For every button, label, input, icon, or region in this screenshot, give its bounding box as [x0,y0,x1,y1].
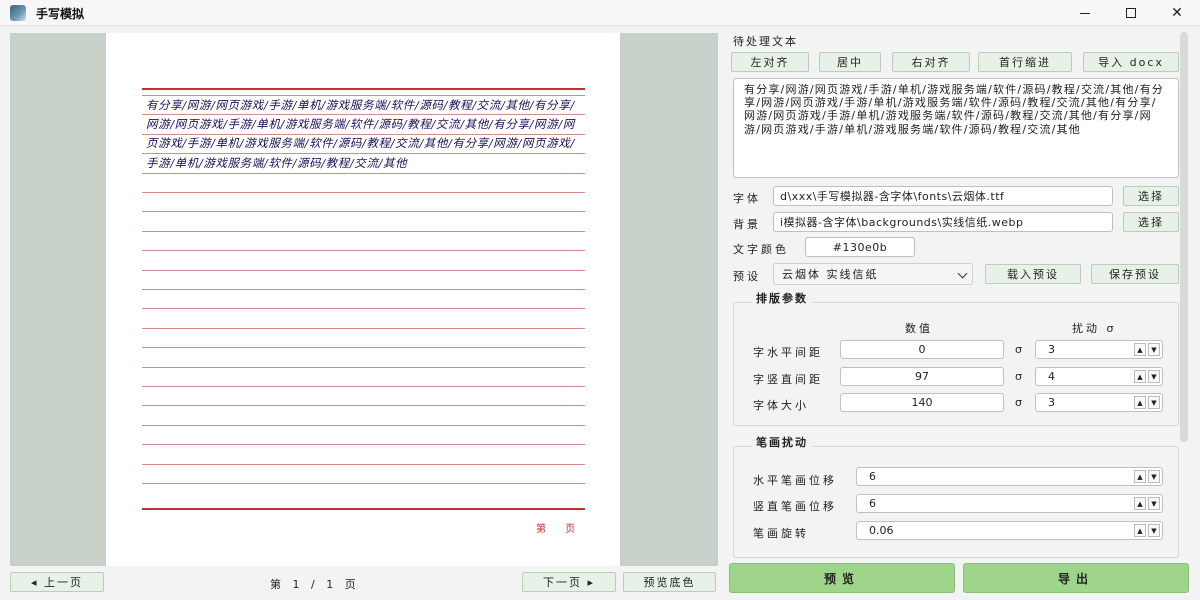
font-path-field[interactable]: d\xxx\手写模拟器-含字体\fonts\云烟体.ttf [773,186,1113,206]
font-size-jitter[interactable]: 3 ▲ ▼ [1035,393,1163,412]
ruled-line [142,386,585,387]
spin-down-icon[interactable]: ▼ [1148,524,1160,537]
first-line-indent-button[interactable]: 首行缩进 [978,52,1072,72]
stroke-rotation-input[interactable]: 0.06 ▲ ▼ [856,521,1163,540]
preview-area: 有分享/网游/网页游戏/手游/单机/游戏服务端/软件/源码/教程/交流/其他/有… [10,33,718,566]
align-center-button[interactable]: 居中 [819,52,881,72]
prev-page-button[interactable]: ◂ 上一页 [10,572,104,592]
page-top-border [142,88,585,90]
text-color-field[interactable]: #130e0b [805,237,915,257]
panel-scrollbar[interactable] [1180,32,1188,442]
chevron-down-icon [957,268,968,279]
text-color-label: 文字颜色 [733,243,789,256]
jitter-value: 3 [1048,396,1055,409]
ruled-line [142,463,585,465]
next-page-button[interactable]: 下一页 ▸ [522,572,616,592]
ruled-line [142,366,585,368]
spin-up-icon[interactable]: ▲ [1134,497,1146,510]
ruled-line [142,483,585,484]
preset-select[interactable]: 云烟体 实线信纸 [773,263,973,285]
close-button[interactable]: ✕ [1154,0,1200,26]
stroke-v-offset-input[interactable]: 6 ▲ ▼ [856,494,1163,513]
choose-background-button[interactable]: 选择 [1123,212,1179,232]
spin-down-icon[interactable]: ▼ [1148,370,1160,383]
preview-page: 有分享/网游/网页游戏/手游/单机/游戏服务端/软件/源码/教程/交流/其他/有… [106,33,620,566]
align-left-button[interactable]: 左对齐 [731,52,809,72]
stroke-h-offset-input[interactable]: 6 ▲ ▼ [856,467,1163,486]
ruled-line [142,308,585,310]
input-text-area[interactable]: 有分享/网游/网页游戏/手游/单机/游戏服务端/软件/源码/教程/交流/其他/有… [733,78,1179,178]
spin-down-icon[interactable]: ▼ [1148,343,1160,356]
stroke-value: 6 [869,470,876,483]
layout-params-title: 排版参数 [752,290,812,306]
spin-up-icon[interactable]: ▲ [1134,370,1146,383]
window-title: 手写模拟 [36,7,85,21]
align-right-button[interactable]: 右对齐 [892,52,970,72]
preset-label: 预设 [733,270,761,283]
ruled-line [142,327,585,329]
save-preset-button[interactable]: 保存预设 [1091,264,1179,284]
page-footer: 第 页 [536,524,584,535]
handwriting-text: 有分享/网游/网页游戏/手游/单机/游戏服务端/软件/源码/教程/交流/其他/有… [146,98,575,170]
ruled-line [142,230,585,232]
spin-up-icon[interactable]: ▲ [1134,470,1146,483]
char-h-spacing-label: 字水平间距 [753,346,823,359]
stroke-h-offset-label: 水平笔画位移 [753,474,837,487]
ruled-line [142,444,585,446]
app-icon [10,5,26,21]
font-label: 字体 [733,192,761,205]
spin-down-icon[interactable]: ▼ [1148,396,1160,409]
spin-down-icon[interactable]: ▼ [1148,497,1160,510]
stroke-rotation-label: 笔画旋转 [753,527,809,540]
close-icon: ✕ [1171,5,1183,21]
sigma-symbol: σ [1015,370,1022,383]
char-h-spacing-input[interactable]: 0 [840,340,1004,359]
text-section-label: 待处理文本 [733,35,798,48]
minimize-icon [1080,12,1090,14]
spin-down-icon[interactable]: ▼ [1148,470,1160,483]
char-v-spacing-label: 字竖直间距 [753,373,823,386]
load-preset-button[interactable]: 载入预设 [985,264,1081,284]
export-button[interactable]: 导出 [963,563,1189,593]
title-bar: 手写模拟 ✕ [0,0,1200,26]
maximize-button[interactable] [1108,0,1154,26]
ruled-line [142,289,585,290]
char-h-spacing-jitter[interactable]: 3 ▲ ▼ [1035,340,1163,359]
sigma-symbol: σ [1015,343,1022,356]
preview-button[interactable]: 预览 [729,563,955,593]
import-docx-button[interactable]: 导入 docx [1083,52,1179,72]
maximize-icon [1126,8,1136,18]
ruled-line [142,192,585,193]
jitter-value: 3 [1048,343,1055,356]
preview-bg-color-button[interactable]: 预览底色 [623,572,716,592]
char-v-spacing-input[interactable]: 97 [840,367,1004,386]
minimize-button[interactable] [1062,0,1108,26]
jitter-value: 4 [1048,370,1055,383]
spin-up-icon[interactable]: ▲ [1134,524,1146,537]
preset-value: 云烟体 实线信纸 [782,268,879,281]
page-bottom-border [142,508,585,510]
ruled-line [142,250,585,252]
page-indicator: 第 1 / 1 页 [270,578,360,591]
char-v-spacing-jitter[interactable]: 4 ▲ ▼ [1035,367,1163,386]
ruled-line [142,347,585,349]
stroke-v-offset-label: 竖直笔画位移 [753,500,837,513]
spin-up-icon[interactable]: ▲ [1134,343,1146,356]
stroke-value: 6 [869,497,876,510]
spin-up-icon[interactable]: ▲ [1134,396,1146,409]
jitter-column-header: 扰动 σ [1072,322,1117,335]
choose-font-button[interactable]: 选择 [1123,186,1179,206]
background-label: 背景 [733,218,761,231]
sigma-symbol: σ [1015,396,1022,409]
stroke-jitter-title: 笔画扰动 [752,434,812,450]
stroke-value: 0.06 [869,524,894,537]
ruled-line [142,424,585,426]
value-column-header: 数值 [905,322,933,335]
background-path-field[interactable]: i模拟器-含字体\backgrounds\实线信纸.webp [773,212,1113,232]
ruled-line [142,269,585,271]
font-size-input[interactable]: 140 [840,393,1004,412]
ruled-line [142,405,585,407]
font-size-label: 字体大小 [753,399,809,412]
ruled-line [142,211,585,213]
